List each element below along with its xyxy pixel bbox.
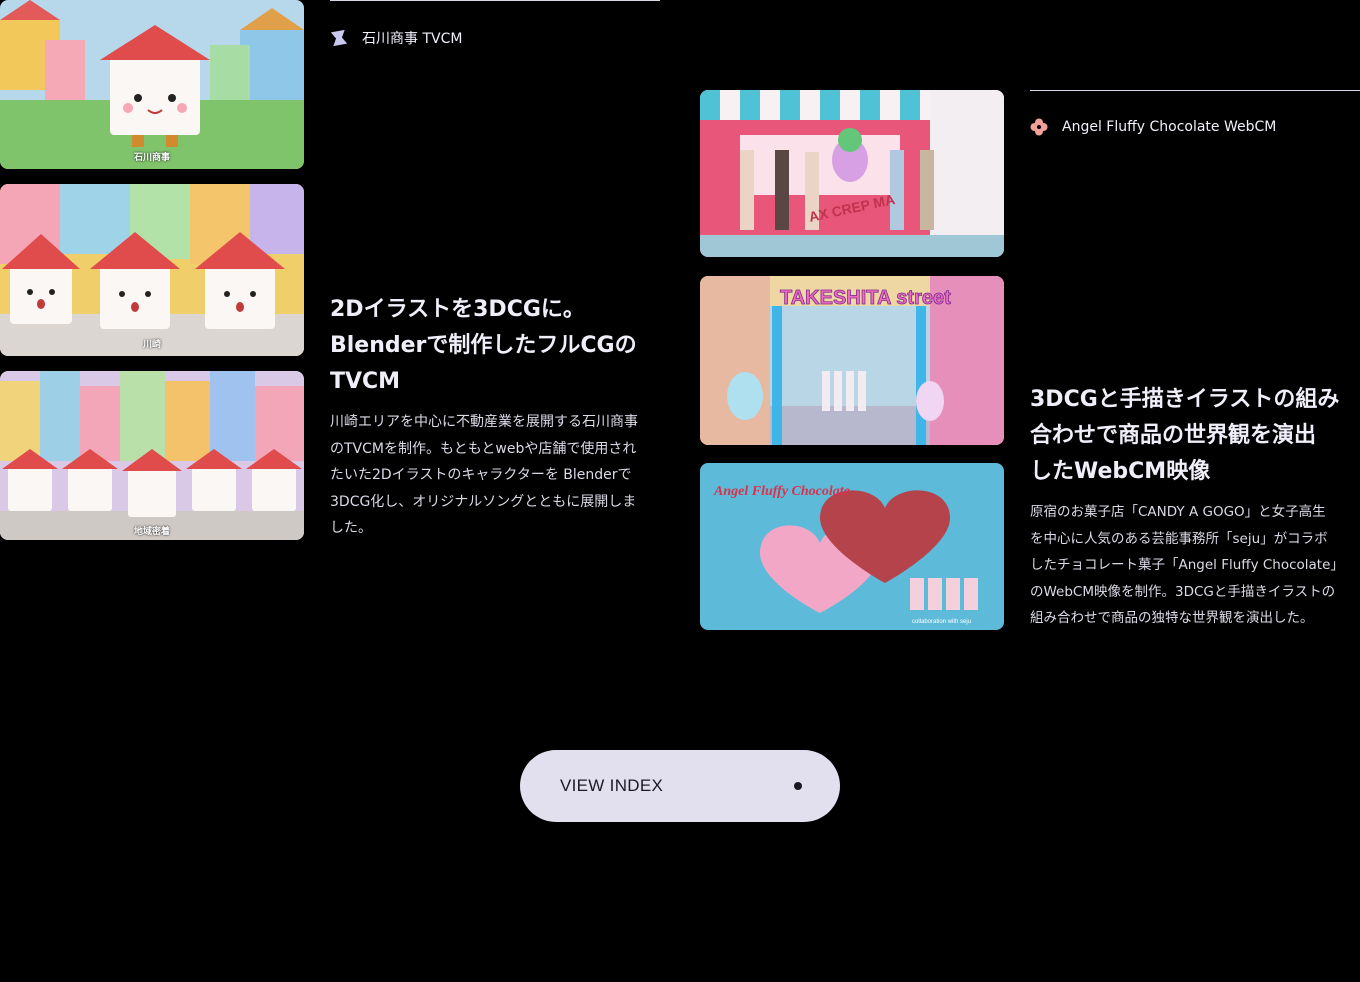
description-line: したチョコレート菓子「Angel Fluffy Chocolate」	[1030, 557, 1344, 573]
heading-line: 3DCGと手描きイラストの組み	[1030, 387, 1340, 412]
project2-thumbnail-1[interactable]: AX CREP MA	[700, 90, 1004, 257]
thumbnail-caption: Angel Fluffy Chocolate	[713, 484, 850, 499]
thumbnail-footnote: collaboration with seju	[912, 619, 971, 625]
thumbnail-caption: 地域密着	[133, 527, 170, 537]
description-line: 原宿のお菓子店「CANDY A GOGO」と女子高生	[1030, 504, 1326, 520]
project1-thumbnail-3[interactable]: 地域密着	[0, 371, 304, 540]
dot-icon	[794, 782, 802, 790]
thumbnail-caption: 川崎	[142, 340, 161, 350]
star-icon	[330, 29, 348, 47]
takeshita-street-image: TAKESHITA street	[700, 276, 1004, 445]
divider-line	[330, 0, 660, 1]
description-line: のTVCMを制作。もともとwebや店舗で使用され	[330, 440, 637, 457]
description-line: 3DCG化し、オリジナルソングとともに展開しま	[330, 493, 637, 510]
project2-thumbnail-2[interactable]: TAKESHITA street	[700, 276, 1004, 445]
heading-line: したWebCM映像	[1030, 459, 1211, 484]
flower-icon	[1030, 118, 1048, 136]
project2-heading: 3DCGと手描きイラストの組み 合わせで商品の世界観を演出 したWebCM映像	[1030, 382, 1360, 490]
description-line: のWebCM映像を制作。3DCGと手描きイラストの	[1030, 583, 1336, 600]
project1-thumbnail-2[interactable]: 川崎	[0, 184, 304, 356]
view-index-button[interactable]: VIEW INDEX	[520, 750, 840, 822]
description-line: を中心に人気のある芸能事務所「seju」がコラボ	[1030, 530, 1328, 547]
project2-tag-label: Angel Fluffy Chocolate WebCM	[1062, 119, 1277, 135]
project1-description: 川崎エリアを中心に不動産業を展開する石川商事 のTVCMを制作。もともとwebや…	[330, 409, 670, 542]
houses-marching-image	[0, 184, 304, 356]
description-line: 川崎エリアを中心に不動産業を展開する石川商事	[330, 414, 638, 430]
project1-tag-label: 石川商事 TVCM	[362, 31, 463, 47]
project2-thumbnail-3[interactable]: Angel Fluffy Chocolate collaboration wit…	[700, 463, 1004, 630]
crepe-shop-image: AX CREP MA	[700, 90, 1004, 257]
description-line: した。	[330, 520, 372, 536]
project1-thumbnail-1[interactable]: 石川商事	[0, 0, 304, 169]
heading-line: 2Dイラストを3DCGに。	[330, 297, 585, 322]
description-line: 組み合わせで商品の独特な世界観を演出した。	[1030, 610, 1314, 626]
divider-line	[1030, 90, 1360, 91]
description-line: たいた2Dイラストのキャラクターを Blenderで	[330, 467, 632, 483]
house-scene-image	[0, 0, 304, 169]
view-index-label: VIEW INDEX	[560, 776, 664, 795]
project2-description: 原宿のお菓子店「CANDY A GOGO」と女子高生 を中心に人気のある芸能事務…	[1030, 499, 1360, 632]
thumbnail-caption: 石川商事	[133, 153, 170, 163]
chocolate-hearts-image: Angel Fluffy Chocolate collaboration wit…	[700, 463, 1004, 630]
project2-tag: Angel Fluffy Chocolate WebCM	[1030, 118, 1276, 136]
thumbnail-caption: TAKESHITA street	[780, 287, 951, 309]
heading-line: 合わせで商品の世界観を演出	[1030, 423, 1317, 448]
heading-line: TVCM	[330, 369, 401, 394]
project1-heading: 2Dイラストを3DCGに。 Blenderで制作したフルCGの TVCM	[330, 292, 670, 400]
houses-crowd-image	[0, 371, 304, 540]
project1-tag: 石川商事 TVCM	[330, 28, 462, 48]
heading-line: Blenderで制作したフルCGの	[330, 333, 637, 358]
